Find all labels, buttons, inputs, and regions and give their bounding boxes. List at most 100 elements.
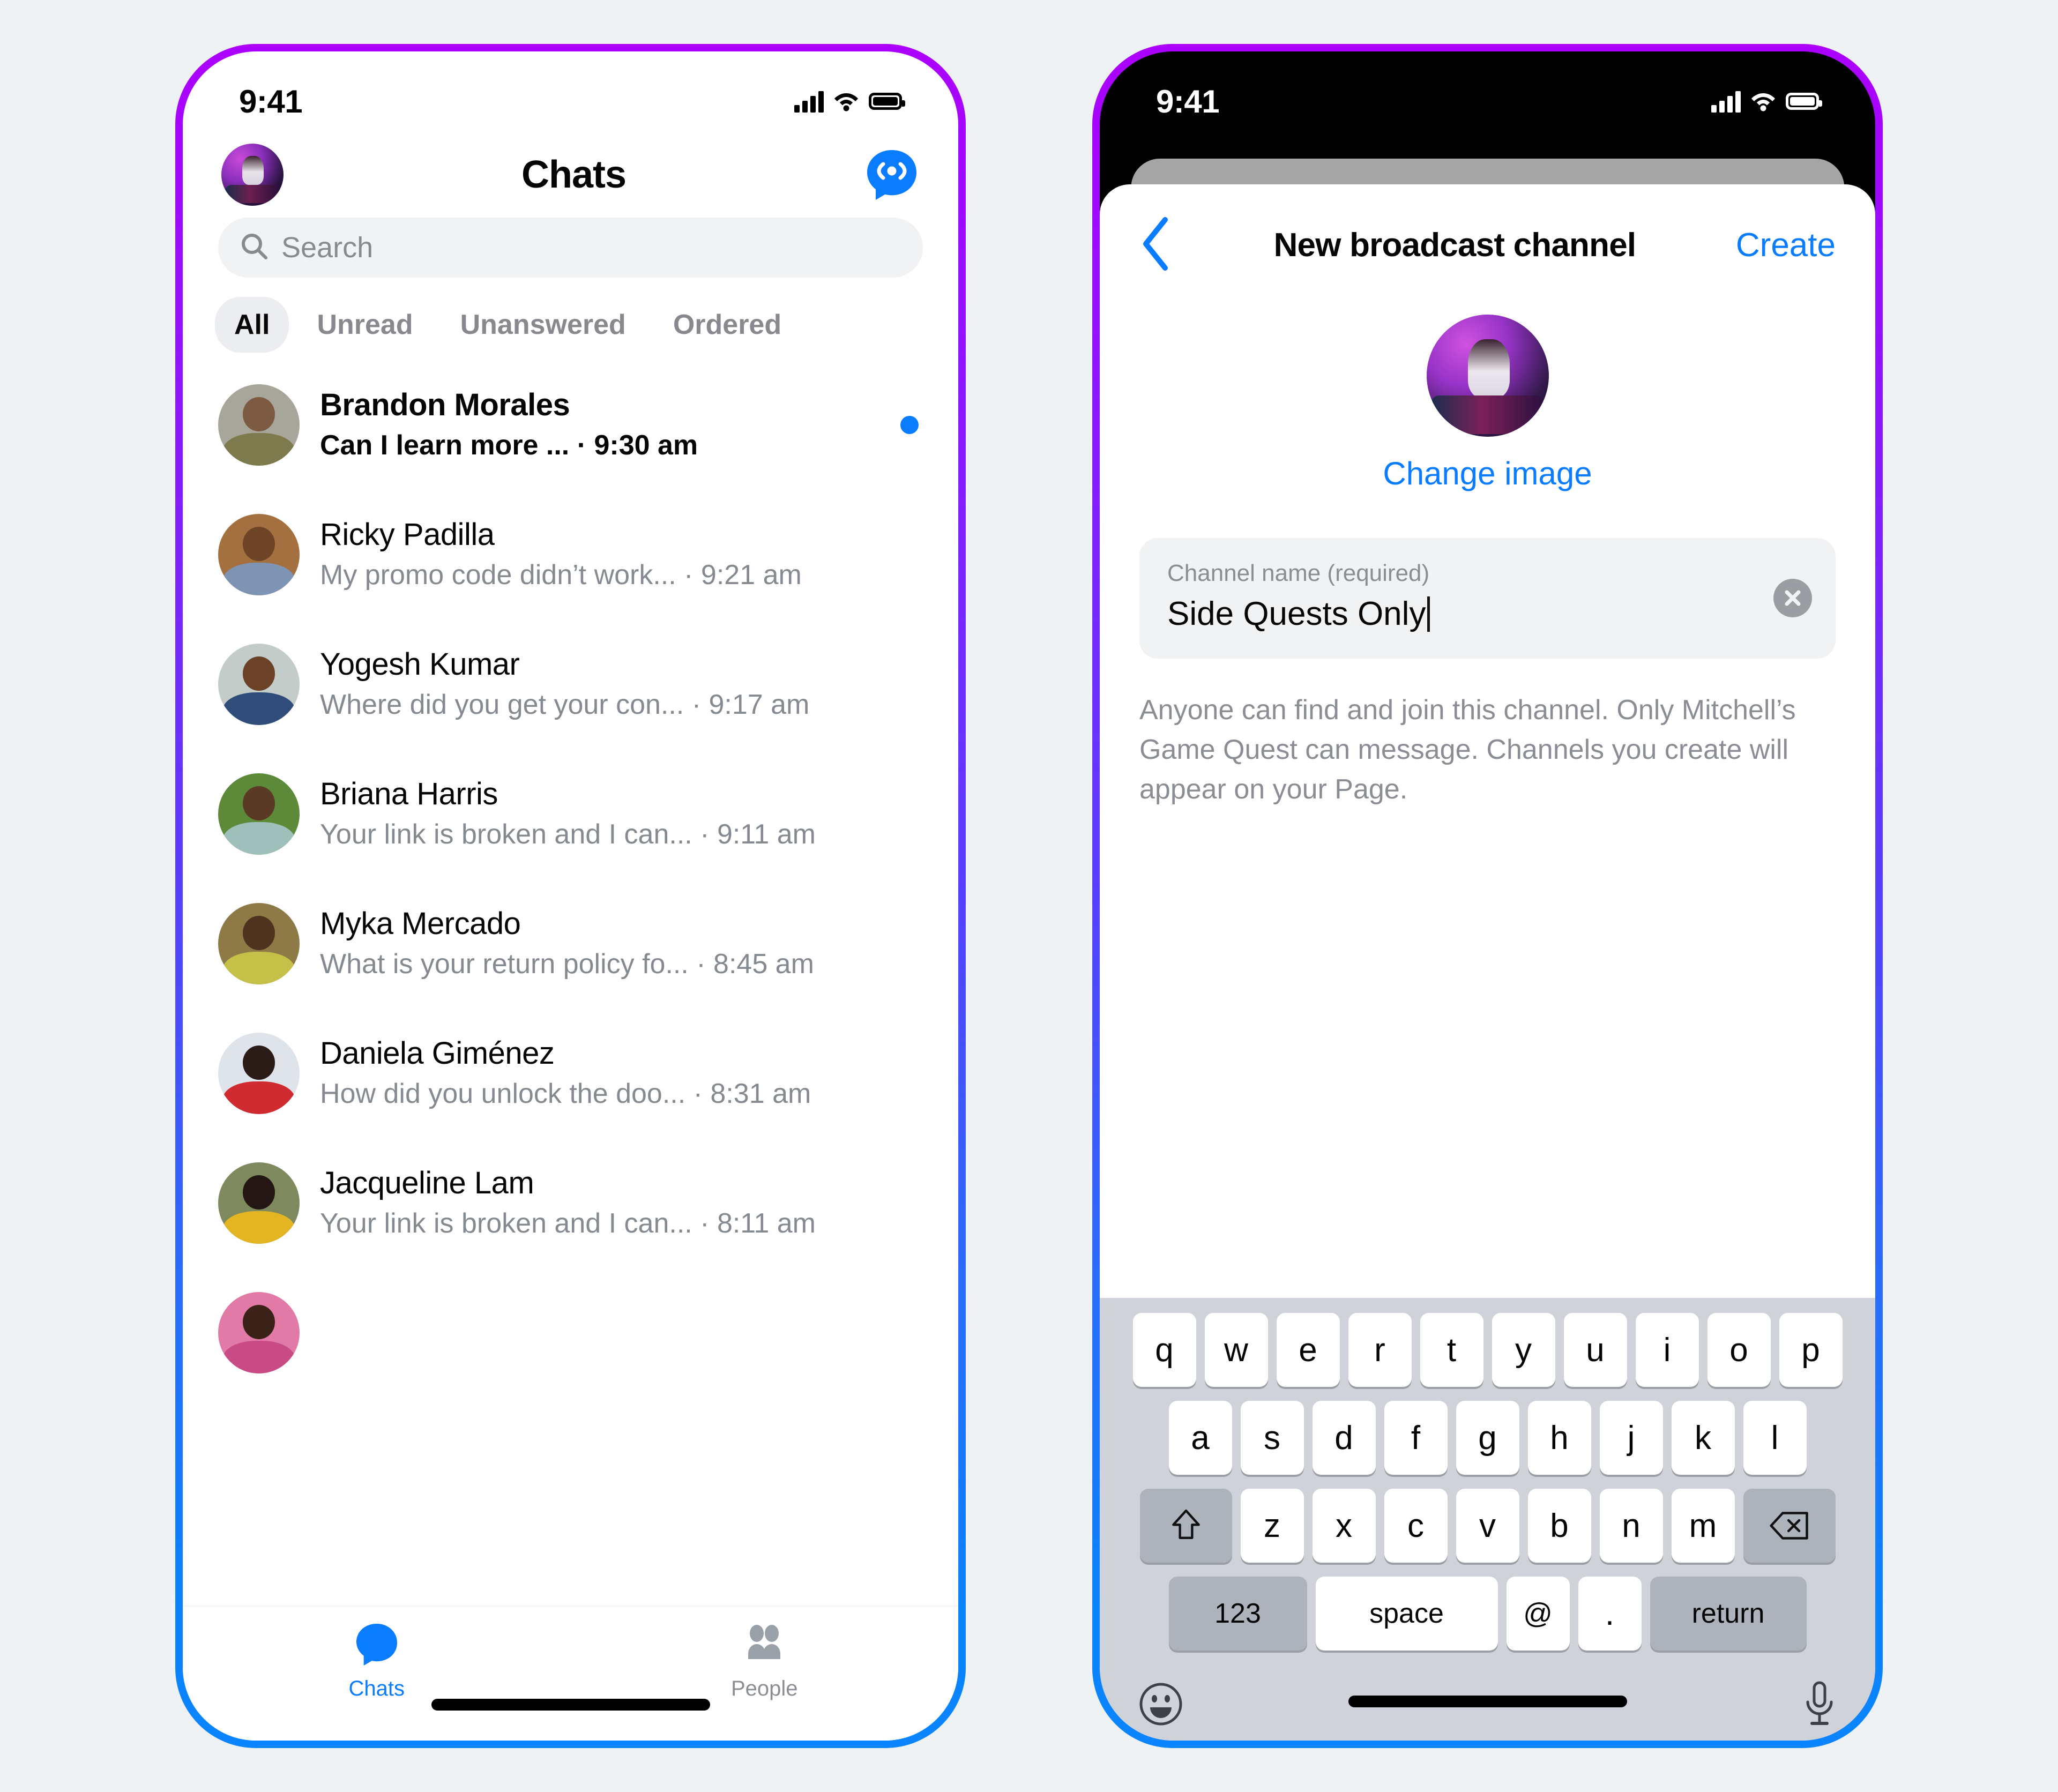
key-w[interactable]: w [1204, 1313, 1268, 1387]
people-icon [741, 1621, 788, 1670]
phone-frame-chats: 9:41 Chats Search All Unread Unanswered … [175, 44, 966, 1748]
key-b[interactable]: b [1527, 1489, 1591, 1563]
page-title: Chats [521, 153, 627, 196]
sheet-spacer [1100, 810, 1875, 1298]
tab-label-people: People [730, 1677, 798, 1700]
create-button[interactable]: Create [1736, 226, 1836, 264]
key-z[interactable]: z [1240, 1489, 1304, 1563]
table-row[interactable]: Jacqueline Lam Your link is broken and I… [183, 1138, 958, 1268]
channel-image-section: Change image [1100, 300, 1875, 492]
chat-text: Briana Harris Your link is broken and I … [320, 775, 926, 853]
key-return[interactable]: return [1650, 1577, 1807, 1651]
channel-avatar[interactable] [1426, 315, 1549, 437]
key-space[interactable]: space [1315, 1577, 1498, 1651]
key-v[interactable]: v [1456, 1489, 1519, 1563]
key-q[interactable]: q [1132, 1313, 1196, 1387]
key-h[interactable]: h [1527, 1401, 1591, 1475]
key-l[interactable]: l [1743, 1401, 1807, 1475]
table-row[interactable]: Daniela Giménez How did you unlock the d… [183, 1009, 958, 1138]
key-f[interactable]: f [1384, 1401, 1448, 1475]
key-at[interactable]: @ [1506, 1577, 1570, 1651]
list-item: Ricky Padilla [320, 517, 495, 552]
keyboard-row-3: z x c v b n m [1100, 1489, 1875, 1563]
shift-arrow-icon[interactable] [1139, 1489, 1232, 1563]
key-o[interactable]: o [1707, 1313, 1771, 1387]
keyboard-row-2: a s d f g h j k l [1100, 1401, 1875, 1475]
chat-preview: How did you unlock the doo... · 8:31 am [320, 1078, 811, 1109]
key-s[interactable]: s [1240, 1401, 1304, 1475]
status-icons [794, 90, 905, 113]
key-u[interactable]: u [1563, 1313, 1627, 1387]
broadcast-channel-icon[interactable] [864, 147, 920, 203]
key-g[interactable]: g [1456, 1401, 1519, 1475]
key-numbers[interactable]: 123 [1168, 1577, 1307, 1651]
key-period[interactable]: . [1578, 1577, 1642, 1651]
table-row[interactable]: Briana Harris Your link is broken and I … [183, 749, 958, 879]
list-item: Myka Mercado [320, 906, 521, 941]
key-c[interactable]: c [1384, 1489, 1448, 1563]
battery-full-icon [869, 93, 905, 110]
chat-text: Daniela Giménez How did you unlock the d… [320, 1035, 926, 1112]
key-k[interactable]: k [1671, 1401, 1735, 1475]
chat-preview: My promo code didn’t work... · 9:21 am [320, 559, 802, 591]
filter-chip-all[interactable]: All [215, 297, 289, 353]
chats-header: Chats [183, 132, 958, 211]
phone1-screen: 9:41 Chats Search All Unread Unanswered … [183, 51, 958, 1741]
filter-chip-unanswered[interactable]: Unanswered [441, 297, 645, 353]
microphone-icon[interactable] [1802, 1679, 1837, 1731]
emoji-smiley-icon[interactable] [1138, 1682, 1183, 1729]
chat-bubble-icon [353, 1621, 400, 1670]
key-j[interactable]: j [1599, 1401, 1663, 1475]
avatar[interactable] [221, 144, 284, 206]
keyboard-row-1: q w e r t y u i o p [1100, 1313, 1875, 1387]
list-item: Brandon Morales [320, 387, 570, 422]
cellular-bars-icon [794, 90, 824, 113]
chat-preview: Where did you get your con... · 9:17 am [320, 689, 810, 720]
home-indicator[interactable] [1348, 1696, 1627, 1707]
key-x[interactable]: x [1312, 1489, 1376, 1563]
key-t[interactable]: t [1420, 1313, 1483, 1387]
tab-chats[interactable]: Chats [183, 1621, 571, 1701]
avatar [218, 1162, 300, 1244]
home-indicator[interactable] [431, 1699, 710, 1711]
tab-people[interactable]: People [571, 1621, 959, 1701]
search-input[interactable]: Search [218, 218, 923, 278]
change-image-button[interactable]: Change image [1383, 455, 1592, 492]
status-bar-phone1: 9:41 [183, 51, 958, 132]
channel-name-input[interactable]: Side Quests Only [1167, 594, 1426, 634]
key-n[interactable]: n [1599, 1489, 1663, 1563]
text-caret [1427, 596, 1430, 632]
key-a[interactable]: a [1168, 1401, 1232, 1475]
search-placeholder: Search [281, 232, 374, 264]
chat-text: Myka Mercado What is your return policy … [320, 905, 926, 982]
table-row[interactable] [183, 1268, 958, 1398]
table-row[interactable]: Myka Mercado What is your return policy … [183, 879, 958, 1009]
clear-circle-icon[interactable] [1773, 579, 1812, 617]
filter-chip-ordered[interactable]: Ordered [654, 297, 801, 353]
backspace-icon[interactable] [1743, 1489, 1836, 1563]
key-m[interactable]: m [1671, 1489, 1735, 1563]
table-row[interactable]: Yogesh Kumar Where did you get your con.… [183, 619, 958, 749]
chat-list[interactable]: Brandon Morales Can I learn more ... · 9… [183, 360, 958, 1607]
status-time: 9:41 [239, 83, 303, 120]
key-r[interactable]: r [1348, 1313, 1412, 1387]
filter-chip-unread[interactable]: Unread [297, 297, 432, 353]
table-row[interactable]: Brandon Morales Can I learn more ... · 9… [183, 360, 958, 490]
chevron-left-icon[interactable] [1139, 214, 1174, 276]
key-p[interactable]: p [1779, 1313, 1843, 1387]
helper-text: Anyone can find and join this channel. O… [1139, 695, 1796, 805]
status-badge [900, 416, 919, 434]
channel-name-field[interactable]: Channel name (required) Side Quests Only [1139, 538, 1836, 659]
avatar [218, 1033, 300, 1114]
field-column: Channel name (required) Side Quests Only [1167, 559, 1763, 634]
key-e[interactable]: e [1276, 1313, 1340, 1387]
key-d[interactable]: d [1312, 1401, 1376, 1475]
battery-full-icon [1786, 93, 1822, 110]
key-y[interactable]: y [1492, 1313, 1555, 1387]
table-row[interactable]: Ricky Padilla My promo code didn’t work.… [183, 490, 958, 619]
key-i[interactable]: i [1635, 1313, 1699, 1387]
status-bar-phone2: 9:41 [1100, 51, 1875, 132]
cellular-bars-icon [1711, 90, 1741, 113]
tab-label-chats: Chats [348, 1677, 405, 1700]
chat-text: Jacqueline Lam Your link is broken and I… [320, 1164, 926, 1242]
